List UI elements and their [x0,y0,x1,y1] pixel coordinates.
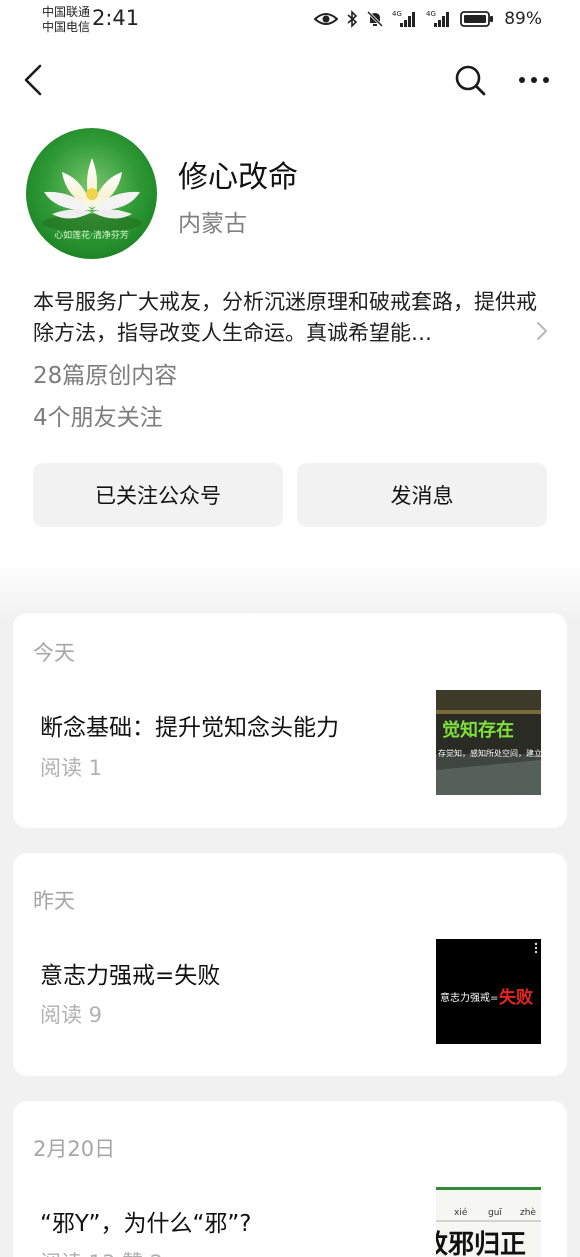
signal-2-icon: 4G [426,10,450,27]
status-bar: 中国联通 中国电信 2:41 4G 4G 89% [0,0,580,44]
avatar-caption: 心如莲花·清净芬芳 [54,231,129,241]
account-region: 内蒙古 [178,211,247,237]
article-date: 昨天 [33,889,75,913]
article-card[interactable]: 2月20日 “邪Y”，为什么“邪”? 阅读 13 赞 2 xié guī zhè… [13,1101,567,1257]
article-card[interactable]: 昨天 意志力强戒=失败 阅读 9 意志力强戒= 失败 [13,853,567,1076]
avatar[interactable]: 心如莲花·清净芬芳 [26,128,157,259]
status-time: 2:41 [92,6,140,30]
more-icon [519,77,549,83]
intro-expand[interactable] [535,320,549,342]
article-meta: 阅读 13 赞 2 [40,1247,163,1257]
bluetooth-icon [347,10,358,28]
thumb-pinyin-3: zhè [520,1207,536,1218]
signal-1-icon: 4G [392,10,416,27]
article-title[interactable]: 断念基础：提升觉知念头能力 [40,708,339,742]
thumb-subtitle: 存觉知，感知所处空间，建立自 [438,748,541,758]
followed-button[interactable]: 已关注公众号 [33,463,283,527]
original-count[interactable]: 28篇原创内容 [33,356,177,390]
carrier-labels: 中国联通 中国电信 [42,5,90,35]
friends-following[interactable]: 4个朋友关注 [33,398,163,432]
mute-bell-icon [367,10,384,28]
thumb-chars: 改邪归正 [436,1229,526,1257]
article-thumbnail[interactable]: xié guī zhè 改邪归正 [436,1187,541,1257]
network-2-label: 4G [426,10,436,18]
article-thumbnail[interactable]: 意志力强戒= 失败 [436,939,541,1044]
carrier-2: 中国电信 [42,20,91,34]
account-intro[interactable]: 本号服务广大戒友，分析沉迷原理和破戒套路，提供戒除方法，指导改变人生命运。真诚希… [33,287,543,349]
thumb-pinyin-2: guī [488,1208,502,1218]
thumb-right-text: 失败 [499,987,533,1008]
more-button[interactable] [514,62,554,98]
battery-icon [460,11,494,27]
article-meta: 阅读 9 [40,1003,103,1027]
article-title[interactable]: 意志力强戒=失败 [40,956,220,990]
top-nav [0,52,580,108]
thumb-title: 觉知存在 [442,719,514,741]
article-thumbnail[interactable]: 觉知存在 存觉知，感知所处空间，建立自 [436,690,541,795]
back-button[interactable] [20,62,50,98]
thumbnail-graphic: 意志力强戒= 失败 [436,939,541,1044]
article-date: 今天 [33,641,75,665]
eye-icon [314,13,339,25]
thumb-left-text: 意志力强戒= [440,991,498,1004]
article-title[interactable]: “邪Y”，为什么“邪”? [40,1204,252,1238]
article-meta: 阅读 1 [40,756,103,780]
thumb-pinyin-1: xié [454,1207,468,1218]
message-button[interactable]: 发消息 [297,463,547,527]
account-name: 修心改命 [178,160,298,195]
back-arrow-icon [24,64,42,96]
status-icons: 4G 4G 89% [314,9,542,29]
carrier-1: 中国联通 [42,5,91,19]
thumbnail-graphic: xié guī zhè 改邪归正 [436,1187,541,1257]
search-button[interactable] [452,62,488,98]
chevron-right-icon [537,322,547,340]
battery-percent: 89% [504,9,542,29]
network-1-label: 4G [392,10,402,18]
article-date: 2月20日 [33,1137,116,1161]
article-card[interactable]: 今天 断念基础：提升觉知念头能力 阅读 1 觉知存在 存觉知，感知所处空间，建立… [13,613,567,828]
search-icon [455,65,486,96]
thumbnail-graphic: 觉知存在 存觉知，感知所处空间，建立自 [436,690,541,795]
